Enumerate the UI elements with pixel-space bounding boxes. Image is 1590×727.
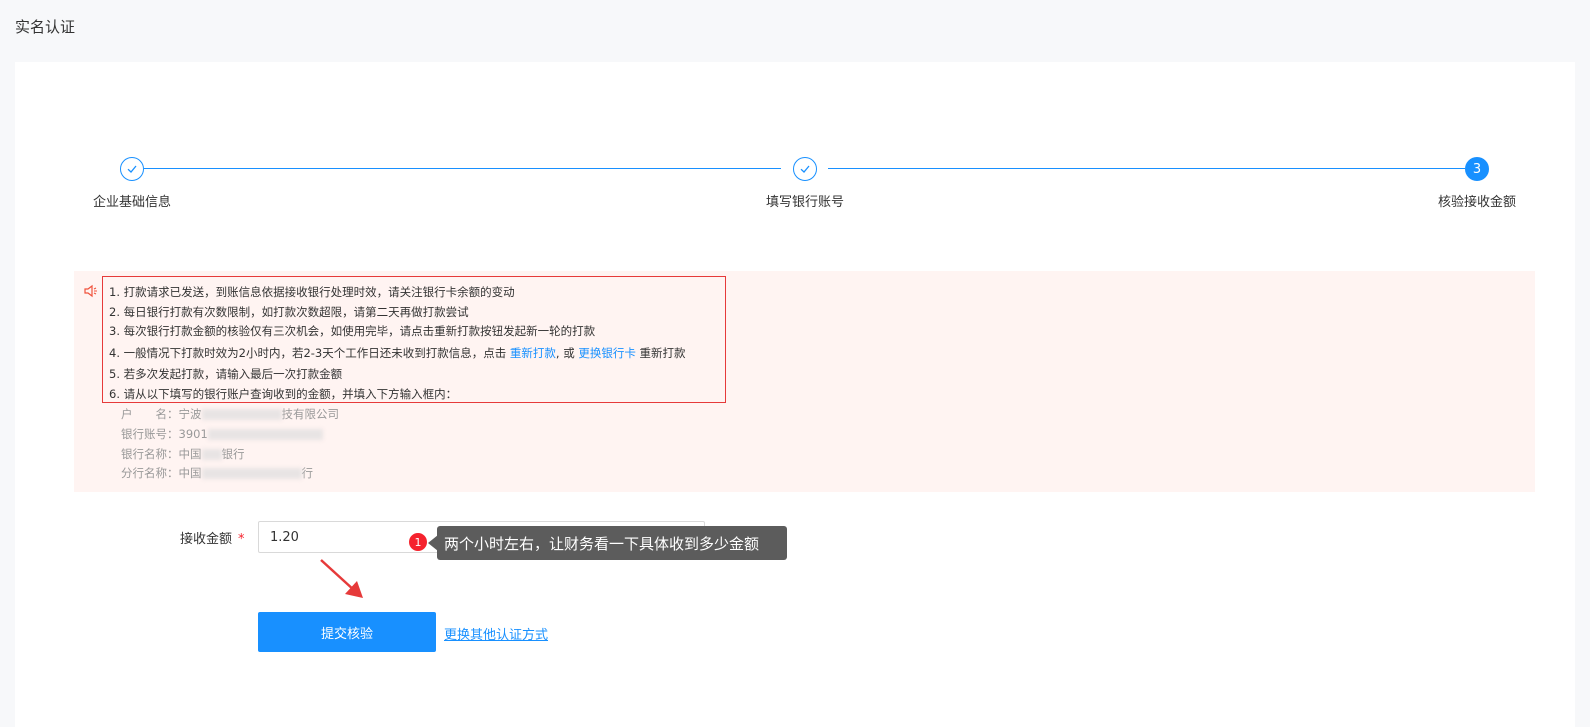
bank-name: 银行名称：中国 银行 [121, 447, 245, 461]
check-icon [127, 165, 137, 173]
check-icon [800, 165, 810, 173]
resend-payment-link[interactable]: 重新打款 [510, 346, 556, 360]
submit-verification-button[interactable]: 提交核验 [258, 612, 436, 652]
step-3-label: 核验接收金额 [1437, 195, 1517, 210]
notice-line-4: 4. 一般情况下打款时效为2小时内，若2-3天个工作日还未收到打款信息，点击 重… [109, 345, 686, 361]
change-bank-card-link[interactable]: 更换银行卡 [578, 346, 636, 360]
annotation-badge: 1 [408, 532, 428, 552]
page-title: 实名认证 [15, 18, 76, 36]
notice-line-4-prefix: 4. 一般情况下打款时效为2小时内，若2-3天个工作日还未收到打款信息，点击 [109, 346, 510, 360]
step-connector-1 [144, 168, 781, 169]
redacted-blur [201, 409, 282, 420]
account-name: 户 名：宁波 技有限公司 [121, 407, 339, 421]
redacted-blur [201, 449, 222, 460]
step-connector-2 [828, 168, 1465, 169]
step-1-label: 企业基础信息 [92, 195, 172, 210]
annotation-tooltip: 两个小时左右，让财务看一下具体收到多少金额 [437, 526, 787, 560]
notice-line-4-middle: , 或 [555, 346, 579, 360]
notice-line-6: 6. 请从以下填写的银行账户查询收到的金额，并填入下方输入框内： [109, 387, 458, 401]
step-1-done [120, 157, 144, 181]
branch-name: 分行名称：中国行 [121, 466, 313, 480]
steps-progress: 企业基础信息 填写银行账号 3 核验接收金额 [15, 62, 1575, 282]
step-2-label: 填写银行账号 [765, 195, 845, 210]
verification-card: 企业基础信息 填写银行账号 3 核验接收金额 1. 打款请求已发送，到账信息依据… [15, 62, 1575, 727]
notice-line-3: 3. 每次银行打款金额的核验仅有三次机会，如使用完毕，请点击重新打款按钮发起新一… [109, 324, 596, 338]
notice-panel: 1. 打款请求已发送，到账信息依据接收银行处理时效，请关注银行卡余额的变动 2.… [74, 271, 1535, 492]
step-3-current: 3 [1465, 157, 1489, 181]
speaker-icon [84, 284, 97, 298]
account-number: 银行账号：3901 [121, 426, 323, 442]
redacted-blur [201, 468, 302, 479]
amount-label: 接收金额 * [180, 532, 245, 547]
switch-auth-method-link[interactable]: 更换其他认证方式 [444, 624, 548, 643]
step-2-done [793, 157, 817, 181]
redacted-blur [207, 429, 323, 440]
notice-line-5: 5. 若多次发起打款，请输入最后一次打款金额 [109, 367, 343, 381]
required-mark: * [238, 532, 245, 547]
notice-line-4-suffix: 重新打款 [635, 346, 686, 360]
annotation-arrow-icon [320, 559, 363, 598]
notice-line-1: 1. 打款请求已发送，到账信息依据接收银行处理时效，请关注银行卡余额的变动 [109, 285, 515, 299]
notice-line-2: 2. 每日银行打款有次数限制，如打款次数超限，请第二天再做打款尝试 [109, 305, 469, 319]
